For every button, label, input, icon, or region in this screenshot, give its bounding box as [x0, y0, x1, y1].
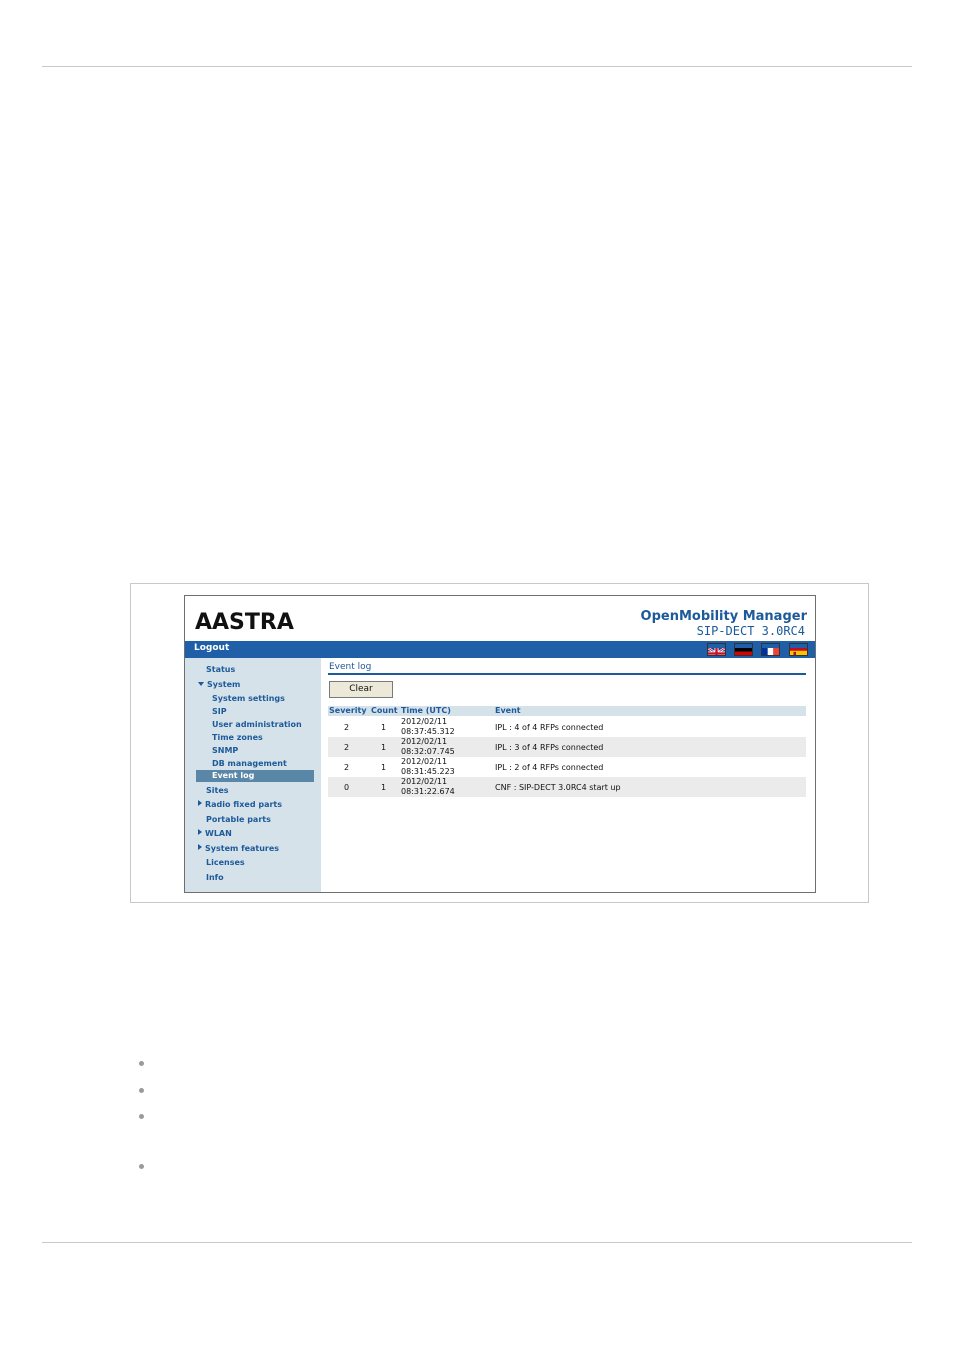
- date-value: 2012/02/11: [401, 777, 448, 786]
- sidebar-item-label: Licenses: [206, 858, 245, 867]
- severity-cell: 2: [344, 763, 350, 772]
- sidebar-item-system[interactable]: System: [198, 679, 240, 691]
- sidebar-item-sip[interactable]: SIP: [212, 706, 227, 718]
- column-header-time[interactable]: Time (UTC): [401, 706, 451, 716]
- english-flag-icon[interactable]: [707, 643, 726, 656]
- app-window: AASTRA OpenMobility Manager SIP-DECT 3.0…: [184, 595, 816, 893]
- time-cell: 2012/02/11 08:31:45.223: [401, 757, 455, 777]
- sidebar-item-label: Radio fixed parts: [205, 800, 282, 809]
- column-header-count[interactable]: Count: [371, 706, 398, 716]
- severity-cell: 0: [344, 783, 350, 792]
- severity-cell: 2: [344, 743, 350, 752]
- collapsed-arrow-icon: [198, 829, 202, 835]
- sidebar-item-system-settings[interactable]: System settings: [212, 693, 285, 705]
- german-flag-icon[interactable]: [734, 643, 753, 656]
- page-title: Event log: [329, 662, 372, 672]
- table-row: 0 1 2012/02/11 08:31:22.674 CNF : SIP-DEC…: [328, 777, 806, 797]
- sidebar-item-snmp[interactable]: SNMP: [212, 745, 238, 757]
- app-version: SIP-DECT 3.0RC4: [696, 624, 805, 638]
- app-header: AASTRA OpenMobility Manager SIP-DECT 3.0…: [185, 596, 815, 641]
- date-value: 2012/02/11: [401, 757, 448, 766]
- french-flag-icon[interactable]: [761, 643, 780, 656]
- sidebar-item-label: User administration: [212, 720, 302, 729]
- sidebar-item-time-zones[interactable]: Time zones: [212, 732, 263, 744]
- count-cell: 1: [381, 763, 387, 772]
- date-value: 2012/02/11: [401, 717, 448, 726]
- clear-button[interactable]: Clear: [329, 681, 393, 698]
- bullet-icon: [139, 1061, 144, 1066]
- app-title: OpenMobility Manager: [640, 609, 807, 624]
- event-cell: CNF : SIP-DECT 3.0RC4 start up: [495, 783, 621, 792]
- table-row: 2 1 2012/02/11 08:32:07.745 IPL : 3 of 4 …: [328, 737, 806, 757]
- time-value: 08:31:22.674: [401, 787, 455, 796]
- sidebar-item-sites[interactable]: Sites: [206, 785, 229, 797]
- top-bar: Logout: [185, 641, 815, 658]
- bullet-icon: [139, 1114, 144, 1119]
- logout-link[interactable]: Logout: [194, 643, 229, 653]
- time-value: 08:37:45.312: [401, 727, 455, 736]
- title-divider: [328, 673, 806, 675]
- sidebar-item-label: System: [207, 680, 241, 689]
- aastra-logo: AASTRA: [195, 610, 294, 635]
- time-cell: 2012/02/11 08:31:22.674: [401, 777, 455, 797]
- date-value: 2012/02/11: [401, 737, 448, 746]
- table-row: 2 1 2012/02/11 08:31:45.223 IPL : 2 of 4 …: [328, 757, 806, 777]
- page-bottom-rule: [42, 1242, 912, 1243]
- sidebar-item-label: Info: [206, 873, 224, 882]
- sidebar-nav: Status System System settings SIP User a…: [185, 658, 321, 892]
- sidebar-item-label: Status: [206, 665, 236, 674]
- sidebar-item-label: Sites: [206, 786, 229, 795]
- severity-cell: 2: [344, 723, 350, 732]
- spanish-flag-icon[interactable]: [789, 643, 808, 656]
- language-flags: [707, 643, 809, 656]
- event-cell: IPL : 2 of 4 RFPs connected: [495, 763, 604, 772]
- bullet-icon: [139, 1164, 144, 1169]
- collapsed-arrow-icon: [198, 844, 202, 850]
- sidebar-item-label: DB management: [212, 759, 287, 768]
- sidebar-item-event-log[interactable]: Event log: [196, 770, 314, 782]
- count-cell: 1: [381, 783, 387, 792]
- count-cell: 1: [381, 723, 387, 732]
- sidebar-item-user-administration[interactable]: User administration: [212, 719, 302, 731]
- event-table-header: Severity Count Time (UTC) Event: [328, 706, 806, 716]
- sidebar-item-label: System settings: [212, 694, 285, 703]
- time-cell: 2012/02/11 08:37:45.312: [401, 717, 455, 737]
- event-cell: IPL : 3 of 4 RFPs connected: [495, 743, 604, 752]
- sidebar-item-info[interactable]: Info: [206, 872, 224, 884]
- sidebar-item-label: WLAN: [205, 829, 232, 838]
- sidebar-item-label: SIP: [212, 707, 227, 716]
- sidebar-item-label: Event log: [212, 771, 255, 780]
- sidebar-item-wlan[interactable]: WLAN: [198, 828, 232, 840]
- column-header-event[interactable]: Event: [495, 706, 521, 716]
- time-value: 08:32:07.745: [401, 747, 455, 756]
- sidebar-item-label: Time zones: [212, 733, 263, 742]
- sidebar-item-label: SNMP: [212, 746, 239, 755]
- collapsed-arrow-icon: [198, 800, 202, 806]
- event-cell: IPL : 4 of 4 RFPs connected: [495, 723, 604, 732]
- time-value: 08:31:45.223: [401, 767, 455, 776]
- bullet-icon: [139, 1088, 144, 1093]
- sidebar-item-db-management[interactable]: DB management: [212, 758, 287, 770]
- main-content: Event log Clear Severity Count Time (UTC…: [321, 658, 815, 892]
- expanded-arrow-icon: [198, 682, 204, 686]
- page-top-rule: [42, 66, 912, 67]
- sidebar-item-label: Portable parts: [206, 815, 271, 824]
- column-header-severity[interactable]: Severity: [329, 706, 367, 716]
- sidebar-item-radio-fixed-parts[interactable]: Radio fixed parts: [198, 799, 282, 811]
- sidebar-item-portable-parts[interactable]: Portable parts: [206, 814, 271, 826]
- time-cell: 2012/02/11 08:32:07.745: [401, 737, 455, 757]
- count-cell: 1: [381, 743, 387, 752]
- sidebar-item-status[interactable]: Status: [206, 664, 235, 676]
- sidebar-item-licenses[interactable]: Licenses: [206, 857, 245, 869]
- sidebar-item-system-features[interactable]: System features: [198, 843, 279, 855]
- table-row: 2 1 2012/02/11 08:37:45.312 IPL : 4 of 4 …: [328, 717, 806, 737]
- sidebar-item-label: System features: [205, 844, 280, 853]
